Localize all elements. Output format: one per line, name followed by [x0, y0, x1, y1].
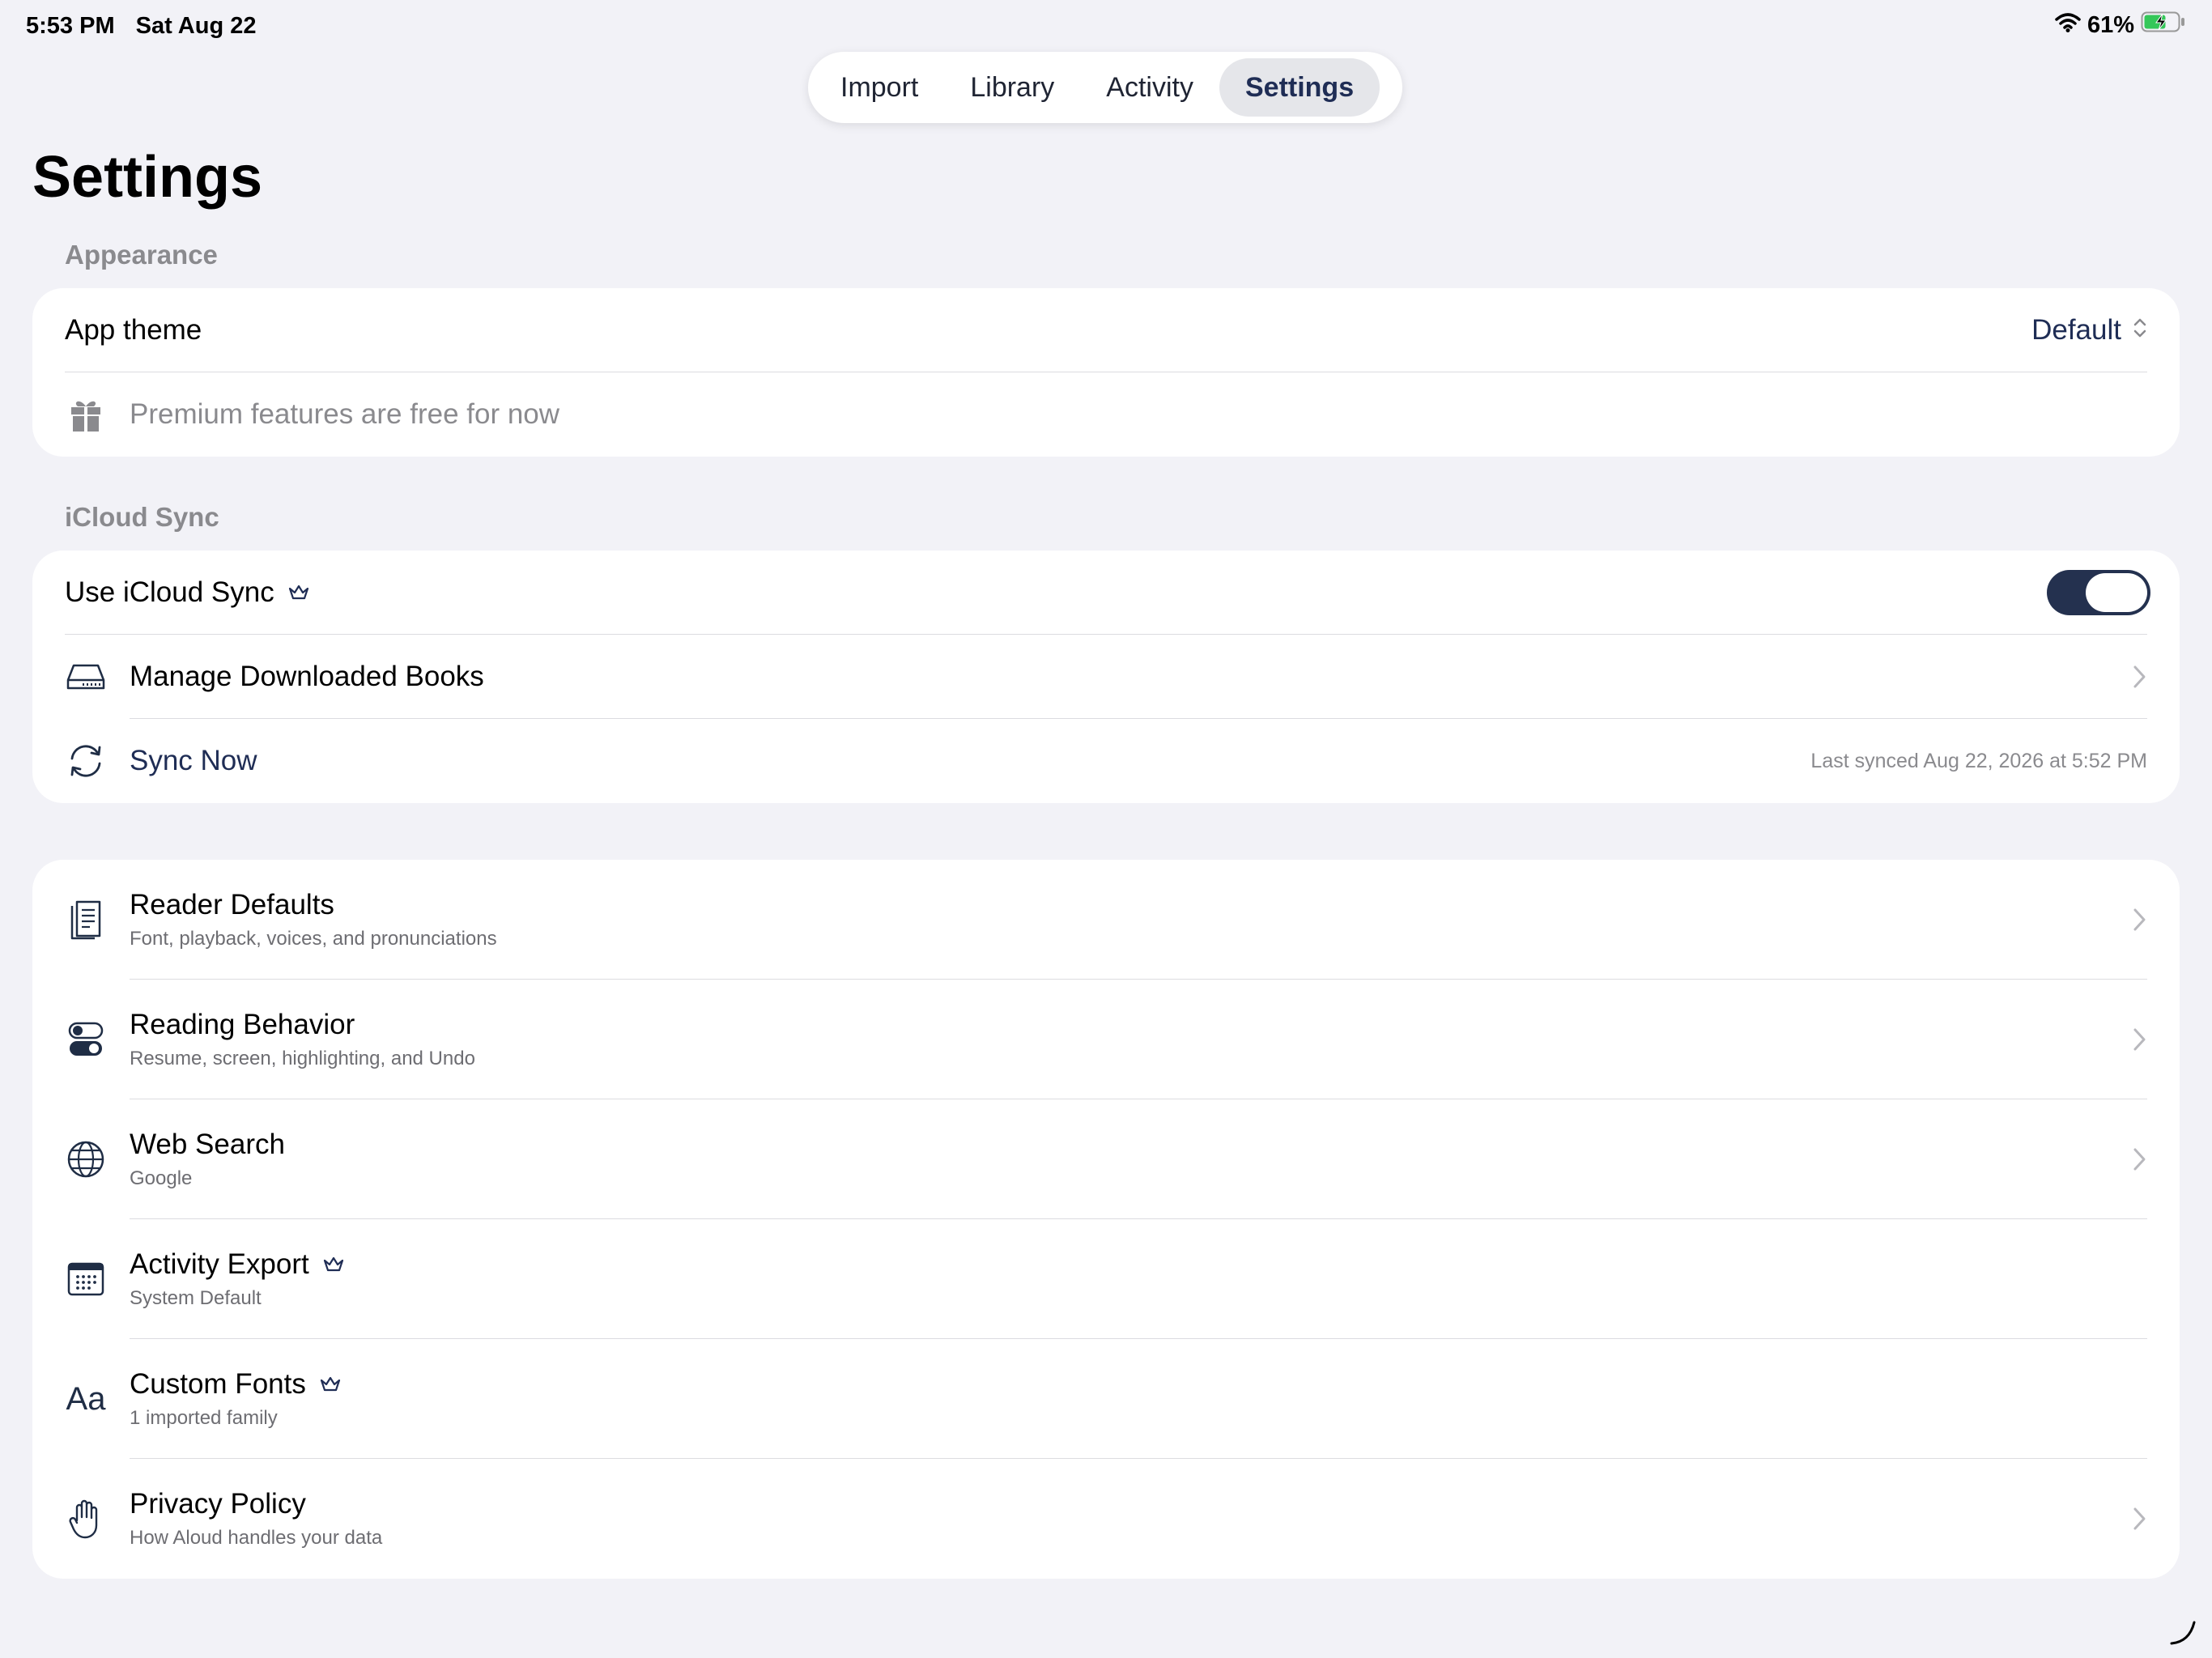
tab-settings[interactable]: Settings — [1219, 58, 1380, 117]
gift-icon — [65, 393, 107, 436]
chevron-right-icon — [2133, 665, 2146, 688]
reading-behavior-row[interactable]: Reading Behavior Resume, screen, highlig… — [32, 980, 2180, 1099]
privacy-policy-text: Privacy Policy How Aloud handles your da… — [130, 1488, 382, 1550]
app-theme-label: App theme — [65, 314, 202, 346]
activity-export-subtitle: System Default — [130, 1287, 262, 1309]
sync-icon — [65, 740, 107, 782]
use-icloud-sync-label: Use iCloud Sync — [65, 576, 274, 608]
last-synced-text: Last synced Aug 22, 2026 at 5:52 PM — [1810, 749, 2147, 772]
app-theme-value: Default — [2031, 314, 2121, 346]
premium-promo-row: Premium features are free for now — [32, 372, 2180, 457]
activity-export-row[interactable]: Activity Export System Default — [32, 1219, 2180, 1339]
page-title: Settings — [32, 145, 263, 210]
status-date: Sat Aug 22 — [135, 13, 257, 39]
reading-behavior-text: Reading Behavior Resume, screen, highlig… — [130, 1009, 475, 1070]
crown-icon — [287, 581, 310, 604]
chevron-up-down-icon — [2133, 314, 2147, 346]
status-time: 5:53 PM — [26, 13, 115, 39]
corner-gesture-icon — [2170, 1621, 2196, 1645]
document-icon — [65, 899, 107, 941]
tab-import[interactable]: Import — [815, 58, 944, 117]
app-theme-picker[interactable]: Default — [2031, 314, 2147, 346]
reading-behavior-subtitle: Resume, screen, highlighting, and Undo — [130, 1048, 475, 1069]
web-search-subtitle: Google — [130, 1167, 193, 1189]
web-search-text: Web Search Google — [130, 1129, 285, 1190]
tab-library[interactable]: Library — [944, 58, 1080, 117]
activity-export-title-line: Activity Export — [130, 1248, 345, 1281]
sync-now-row[interactable]: Sync Now Last synced Aug 22, 2026 at 5:5… — [32, 719, 2180, 803]
app-theme-row[interactable]: App theme Default — [32, 288, 2180, 372]
use-icloud-sync-title: Use iCloud Sync — [65, 576, 310, 609]
icloud-sync-toggle[interactable] — [2047, 570, 2150, 615]
font-icon: Aa — [66, 1380, 106, 1417]
status-bar: 5:53 PM Sat Aug 22 61% — [0, 0, 2212, 53]
privacy-policy-subtitle: How Aloud handles your data — [130, 1527, 383, 1549]
globe-icon — [65, 1138, 107, 1180]
premium-promo-text: Premium features are free for now — [130, 398, 560, 430]
activity-export-title: Activity Export — [130, 1248, 309, 1280]
reader-defaults-row[interactable]: Reader Defaults Font, playback, voices, … — [32, 860, 2180, 980]
section-header-appearance: Appearance — [65, 240, 218, 270]
toggle-knob — [2086, 573, 2147, 612]
appearance-group: App theme Default Premium features are f… — [32, 288, 2180, 457]
reader-defaults-subtitle: Font, playback, voices, and pronunciatio… — [130, 928, 497, 950]
battery-percent: 61% — [2087, 11, 2134, 38]
web-search-title: Web Search — [130, 1129, 285, 1160]
activity-export-text: Activity Export System Default — [130, 1248, 345, 1310]
battery-charging-icon — [2141, 11, 2186, 39]
manage-downloaded-books-row[interactable]: Manage Downloaded Books — [32, 635, 2180, 719]
custom-fonts-row[interactable]: Aa Custom Fonts 1 imported family — [32, 1339, 2180, 1459]
reader-defaults-title: Reader Defaults — [130, 889, 334, 920]
crown-icon — [319, 1373, 342, 1396]
calendar-icon — [65, 1258, 107, 1300]
custom-fonts-title-line: Custom Fonts — [130, 1368, 342, 1401]
web-search-row[interactable]: Web Search Google — [32, 1099, 2180, 1219]
settings-menu-group: Reader Defaults Font, playback, voices, … — [32, 860, 2180, 1579]
privacy-policy-title: Privacy Policy — [130, 1488, 306, 1520]
drive-icon — [65, 656, 107, 698]
wifi-icon — [2055, 12, 2081, 39]
custom-fonts-title: Custom Fonts — [130, 1368, 306, 1400]
chevron-right-icon — [2133, 1028, 2146, 1051]
top-tab-bar: Import Library Activity Settings — [808, 52, 1402, 123]
status-right: 61% — [2055, 11, 2186, 39]
icloud-sync-group: Use iCloud Sync Manage Downloaded Books … — [32, 551, 2180, 803]
manage-downloaded-books-label: Manage Downloaded Books — [130, 661, 484, 692]
use-icloud-sync-row: Use iCloud Sync — [32, 551, 2180, 635]
chevron-right-icon — [2133, 1507, 2146, 1530]
chevron-right-icon — [2133, 1148, 2146, 1171]
crown-icon — [322, 1253, 345, 1276]
hand-icon — [65, 1498, 107, 1540]
section-header-icloud-sync: iCloud Sync — [65, 502, 219, 532]
custom-fonts-text: Custom Fonts 1 imported family — [130, 1368, 342, 1430]
tab-activity[interactable]: Activity — [1080, 58, 1219, 117]
reading-behavior-title: Reading Behavior — [130, 1009, 355, 1040]
status-left: 5:53 PM Sat Aug 22 — [26, 13, 270, 40]
settings-screen: 5:53 PM Sat Aug 22 61% Import Library Ac… — [0, 0, 2212, 1658]
privacy-policy-row[interactable]: Privacy Policy How Aloud handles your da… — [32, 1459, 2180, 1579]
reader-defaults-text: Reader Defaults Font, playback, voices, … — [130, 889, 497, 950]
switches-icon — [65, 1018, 107, 1061]
chevron-right-icon — [2133, 908, 2146, 931]
custom-fonts-subtitle: 1 imported family — [130, 1407, 278, 1429]
sync-now-label: Sync Now — [130, 745, 257, 776]
